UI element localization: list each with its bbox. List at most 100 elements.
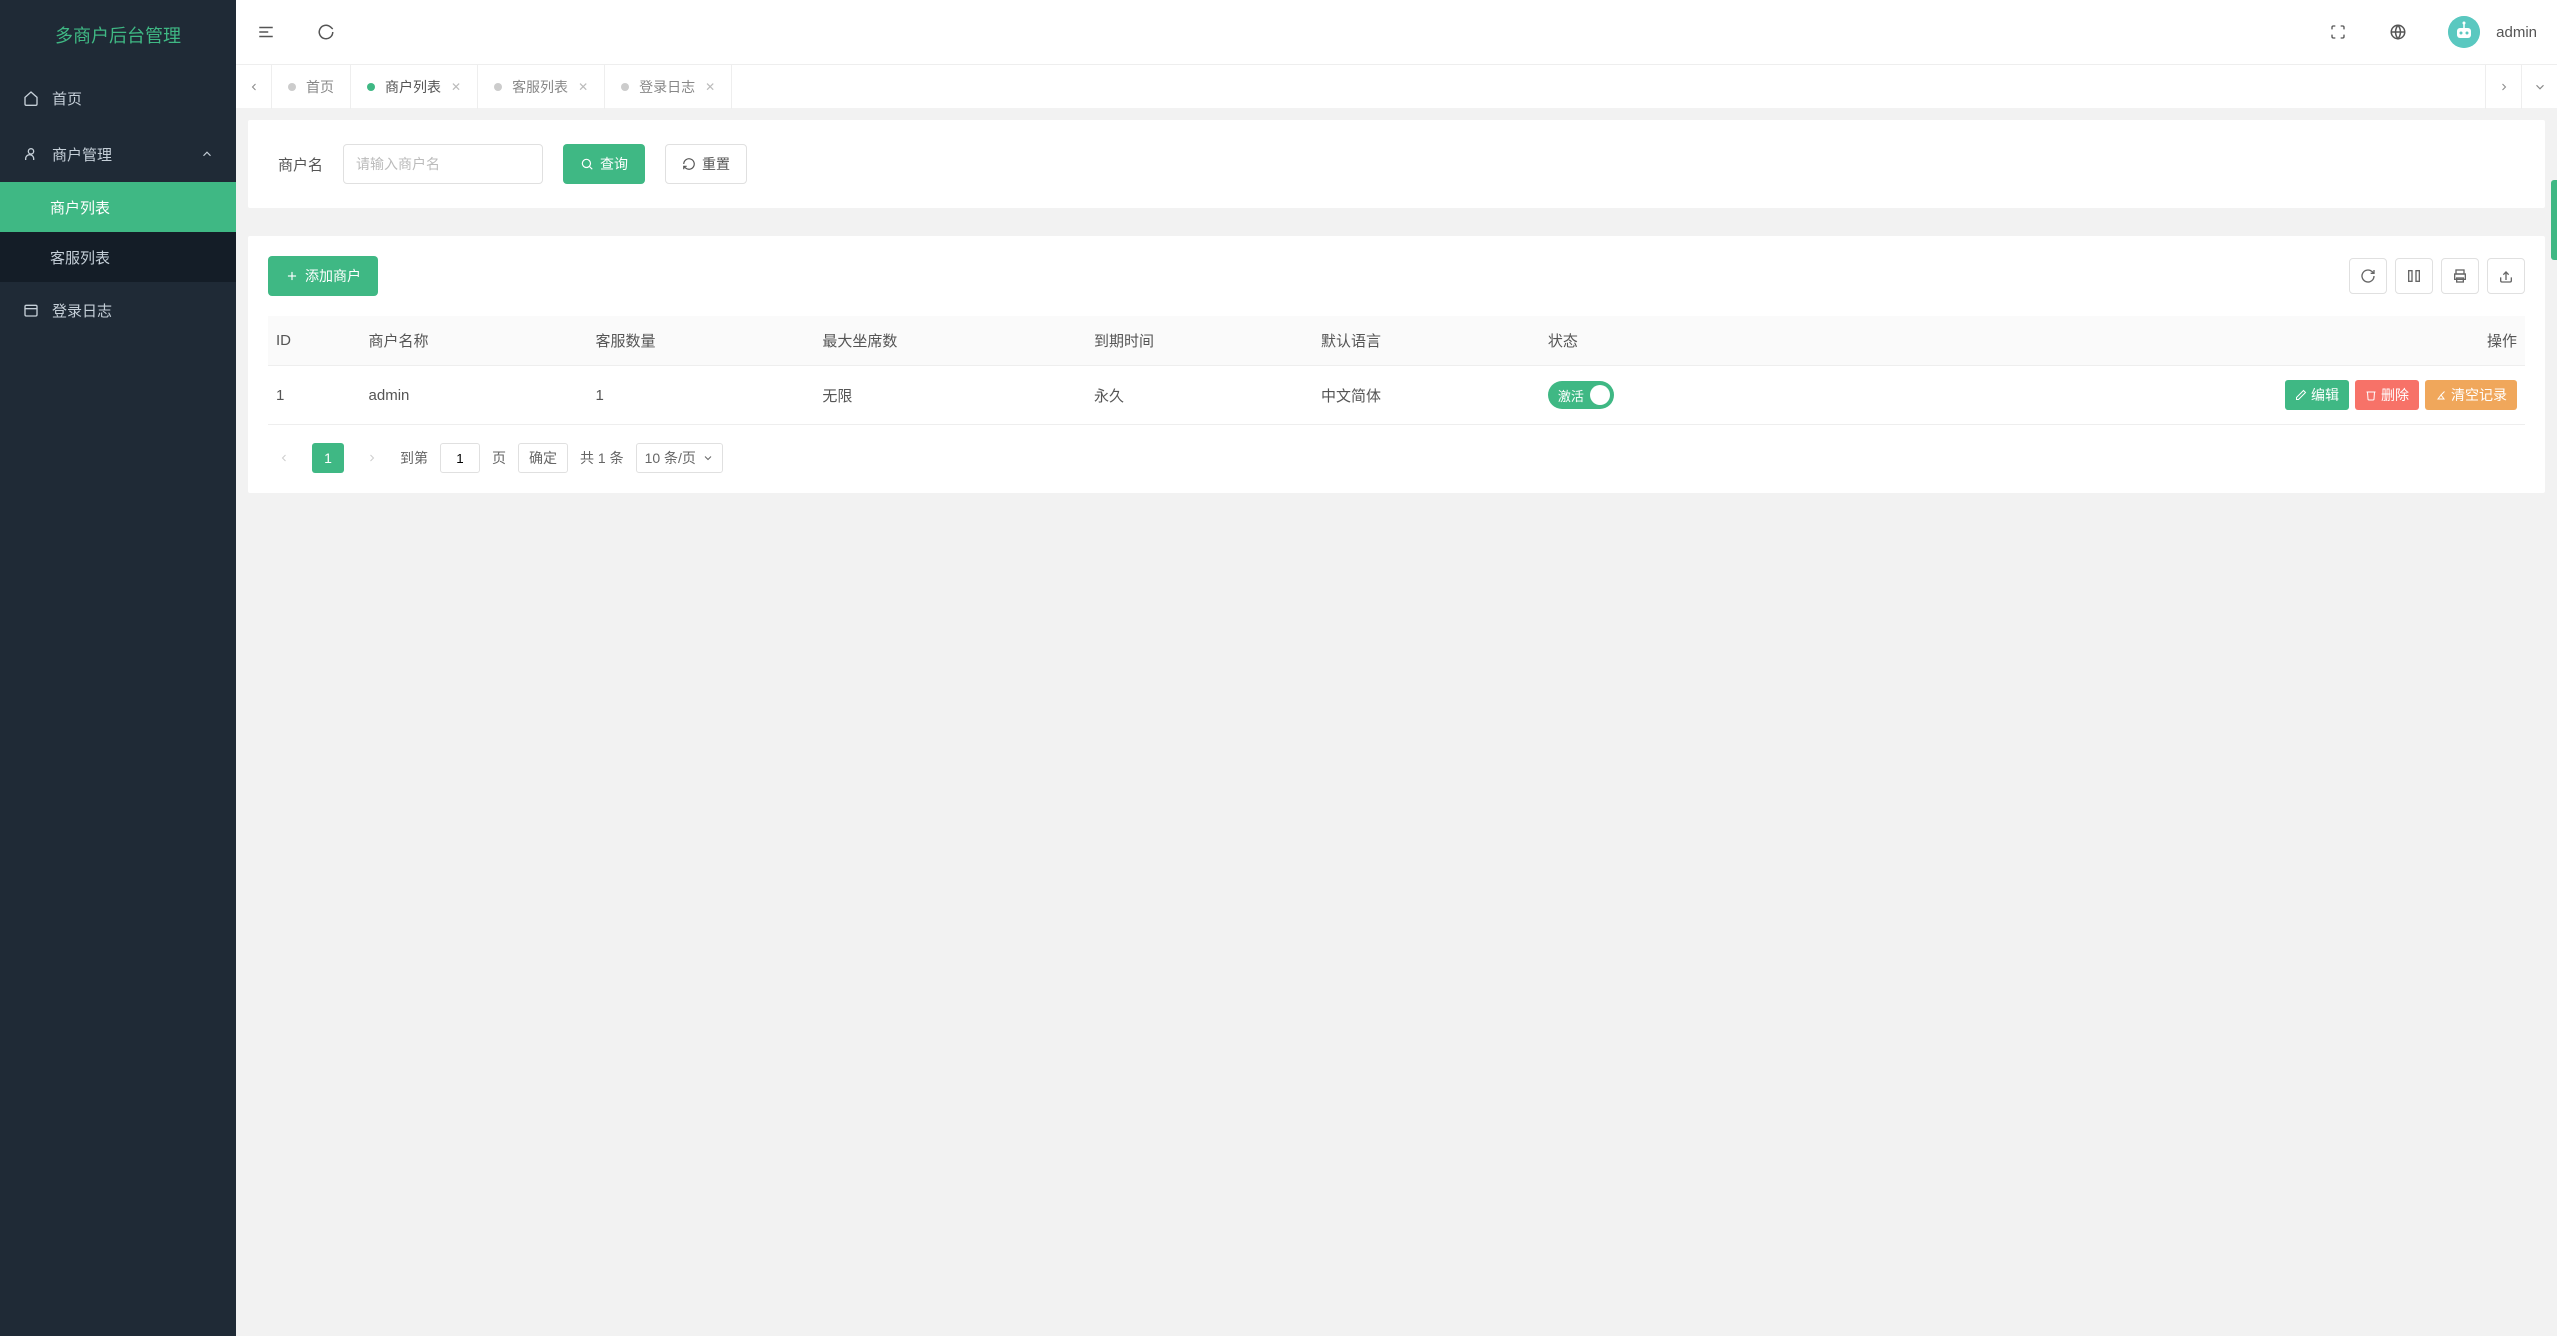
sidebar-home-label: 首页 (52, 88, 82, 109)
header-bar: admin (236, 0, 2557, 64)
page-number-1[interactable]: 1 (312, 443, 344, 473)
cell-agents: 1 (587, 366, 814, 425)
cell-id: 1 (268, 366, 361, 425)
search-button-label: 查询 (600, 154, 628, 174)
calendar-icon (22, 301, 40, 319)
cell-expiry: 永久 (1086, 366, 1313, 425)
right-edge-indicator[interactable] (2551, 180, 2557, 260)
sidebar-login-log-label: 登录日志 (52, 300, 112, 321)
filter-label: 商户名 (278, 154, 323, 175)
page-next[interactable] (356, 443, 388, 473)
page-size-label: 10 条/页 (645, 448, 696, 468)
clear-button[interactable]: 清空记录 (2425, 380, 2517, 410)
tab-dot (367, 83, 375, 91)
main-area: admin 首页 商户列表 ✕ 客服列表 (236, 0, 2557, 1336)
clear-label: 清空记录 (2451, 385, 2507, 405)
search-icon (580, 157, 594, 171)
tab-label: 商户列表 (385, 77, 441, 97)
page-prev[interactable] (268, 443, 300, 473)
col-expiry: 到期时间 (1086, 316, 1313, 366)
sidebar-item-merchant-list[interactable]: 商户列表 (0, 182, 236, 232)
cell-max-seats: 无限 (814, 366, 1086, 425)
tab-dot (621, 83, 629, 91)
pagination: 1 到第 页 确定 共 1 条 10 条/页 (268, 443, 2525, 473)
broom-icon (2435, 389, 2447, 401)
status-switch[interactable]: 激活 (1548, 381, 1614, 409)
tabs-scroll-left[interactable] (236, 65, 272, 109)
menu-toggle-icon[interactable] (256, 22, 276, 42)
sidebar-agent-list-label: 客服列表 (50, 247, 110, 268)
edit-button[interactable]: 编辑 (2285, 380, 2349, 410)
fullscreen-icon[interactable] (2328, 22, 2348, 42)
sidebar-item-agent-list[interactable]: 客服列表 (0, 232, 236, 282)
tab-label: 首页 (306, 77, 334, 97)
sidebar-merchant-mgmt-label: 商户管理 (52, 144, 112, 165)
reset-icon (682, 157, 696, 171)
col-name: 商户名称 (361, 316, 588, 366)
table-print-button[interactable] (2441, 258, 2479, 294)
page-size-select[interactable]: 10 条/页 (636, 443, 723, 473)
reset-button[interactable]: 重置 (665, 144, 747, 184)
cell-actions: 编辑 删除 (1785, 366, 2525, 425)
tabs-dropdown[interactable] (2521, 65, 2557, 109)
table-card: 添加商户 (248, 236, 2545, 493)
search-button[interactable]: 查询 (563, 144, 645, 184)
table-refresh-button[interactable] (2349, 258, 2387, 294)
tab-label: 登录日志 (639, 77, 695, 97)
plus-icon (285, 269, 299, 283)
col-id: ID (268, 316, 361, 366)
sidebar-merchant-list-label: 商户列表 (50, 197, 110, 218)
table-header-row: ID 商户名称 客服数量 最大坐席数 到期时间 默认语言 状态 操作 (268, 316, 2525, 366)
sidebar-item-merchant-mgmt[interactable]: 商户管理 (0, 126, 236, 182)
merchant-name-input[interactable] (343, 144, 543, 184)
language-icon[interactable] (2388, 22, 2408, 42)
edit-icon (2295, 389, 2307, 401)
delete-label: 删除 (2381, 385, 2409, 405)
merchant-table: ID 商户名称 客服数量 最大坐席数 到期时间 默认语言 状态 操作 1 (268, 316, 2525, 425)
close-icon[interactable]: ✕ (578, 80, 588, 94)
chevron-down-icon (702, 452, 714, 464)
cell-name: admin (361, 366, 588, 425)
tab-merchant-list[interactable]: 商户列表 ✕ (351, 65, 478, 109)
sidebar-submenu-merchant: 商户列表 客服列表 (0, 182, 236, 282)
page-total: 共 1 条 (580, 448, 624, 468)
tab-login-log[interactable]: 登录日志 ✕ (605, 65, 732, 109)
tabs-bar: 首页 商户列表 ✕ 客服列表 ✕ 登录日志 ✕ (236, 64, 2557, 108)
user-icon (22, 145, 40, 163)
edit-label: 编辑 (2311, 385, 2339, 405)
tab-home[interactable]: 首页 (272, 65, 351, 109)
tab-label: 客服列表 (512, 77, 568, 97)
table-row: 1 admin 1 无限 永久 中文简体 激活 (268, 366, 2525, 425)
tab-agent-list[interactable]: 客服列表 ✕ (478, 65, 605, 109)
tabs-scroll-right[interactable] (2485, 65, 2521, 109)
page-jump-input[interactable] (440, 443, 480, 473)
username-label[interactable]: admin (2496, 24, 2537, 41)
tabs-list: 首页 商户列表 ✕ 客服列表 ✕ 登录日志 ✕ (272, 65, 2485, 109)
col-status: 状态 (1540, 316, 1785, 366)
refresh-icon[interactable] (316, 22, 336, 42)
tab-dot (494, 83, 502, 91)
delete-button[interactable]: 删除 (2355, 380, 2419, 410)
sidebar-item-home[interactable]: 首页 (0, 70, 236, 126)
switch-label: 激活 (1558, 386, 1584, 405)
avatar[interactable] (2448, 16, 2480, 48)
col-actions: 操作 (1785, 316, 2525, 366)
home-icon (22, 89, 40, 107)
chevron-up-icon (200, 147, 214, 161)
content-area: 商户名 查询 重置 (236, 108, 2557, 1336)
brand-title: 多商户后台管理 (0, 0, 236, 70)
cell-lang: 中文简体 (1313, 366, 1540, 425)
sidebar-item-login-log[interactable]: 登录日志 (0, 282, 236, 338)
close-icon[interactable]: ✕ (451, 80, 461, 94)
add-merchant-button[interactable]: 添加商户 (268, 256, 378, 296)
add-button-label: 添加商户 (305, 266, 361, 286)
close-icon[interactable]: ✕ (705, 80, 715, 94)
col-max-seats: 最大坐席数 (814, 316, 1086, 366)
table-export-button[interactable] (2487, 258, 2525, 294)
page-jump-suffix: 页 (492, 448, 506, 468)
page-confirm-button[interactable]: 确定 (518, 443, 568, 473)
col-agents: 客服数量 (587, 316, 814, 366)
reset-button-label: 重置 (702, 154, 730, 174)
table-columns-button[interactable] (2395, 258, 2433, 294)
col-lang: 默认语言 (1313, 316, 1540, 366)
